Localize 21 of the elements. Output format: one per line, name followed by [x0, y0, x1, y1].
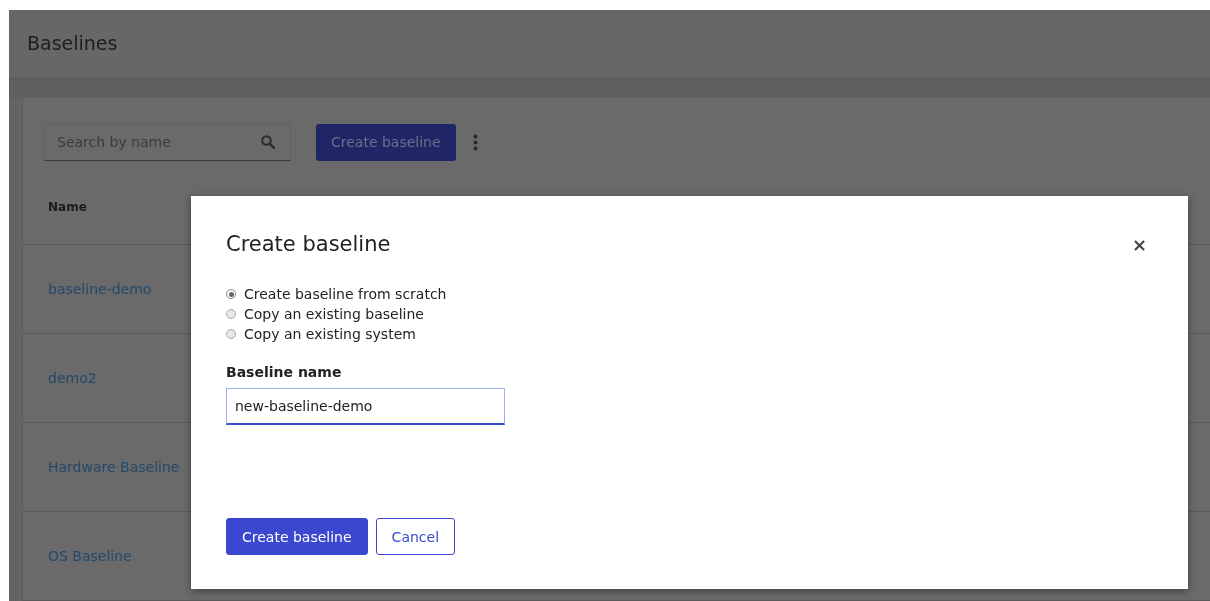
field-label: Baseline name: [226, 364, 343, 380]
radio-label: Copy an existing system: [244, 325, 416, 344]
cancel-button[interactable]: Cancel: [375, 518, 456, 555]
page-title: Baselines: [27, 32, 118, 55]
create-baseline-button[interactable]: Create baseline: [316, 123, 456, 161]
baseline-name-input[interactable]: new-baseline-demo: [226, 388, 505, 425]
create-button[interactable]: Create baseline: [226, 518, 368, 555]
search-icon: [261, 135, 275, 149]
baseline-link[interactable]: Hardware Baseline: [48, 459, 180, 475]
radio-label: Copy an existing baseline: [244, 305, 424, 324]
radio-button[interactable]: [226, 329, 236, 339]
dialog-title: Create baseline: [226, 232, 391, 256]
baseline-link[interactable]: demo2: [48, 370, 97, 386]
radio-button[interactable]: [226, 289, 236, 299]
radio-button[interactable]: [226, 309, 236, 319]
baseline-link[interactable]: baseline-demo: [48, 281, 152, 297]
kebab-menu-icon[interactable]: [472, 133, 478, 151]
close-button[interactable]: ×: [1125, 233, 1153, 255]
baseline-link[interactable]: OS Baseline: [48, 548, 132, 564]
radio-label: Create baseline from scratch: [244, 285, 447, 304]
column-header: Name: [48, 199, 87, 214]
